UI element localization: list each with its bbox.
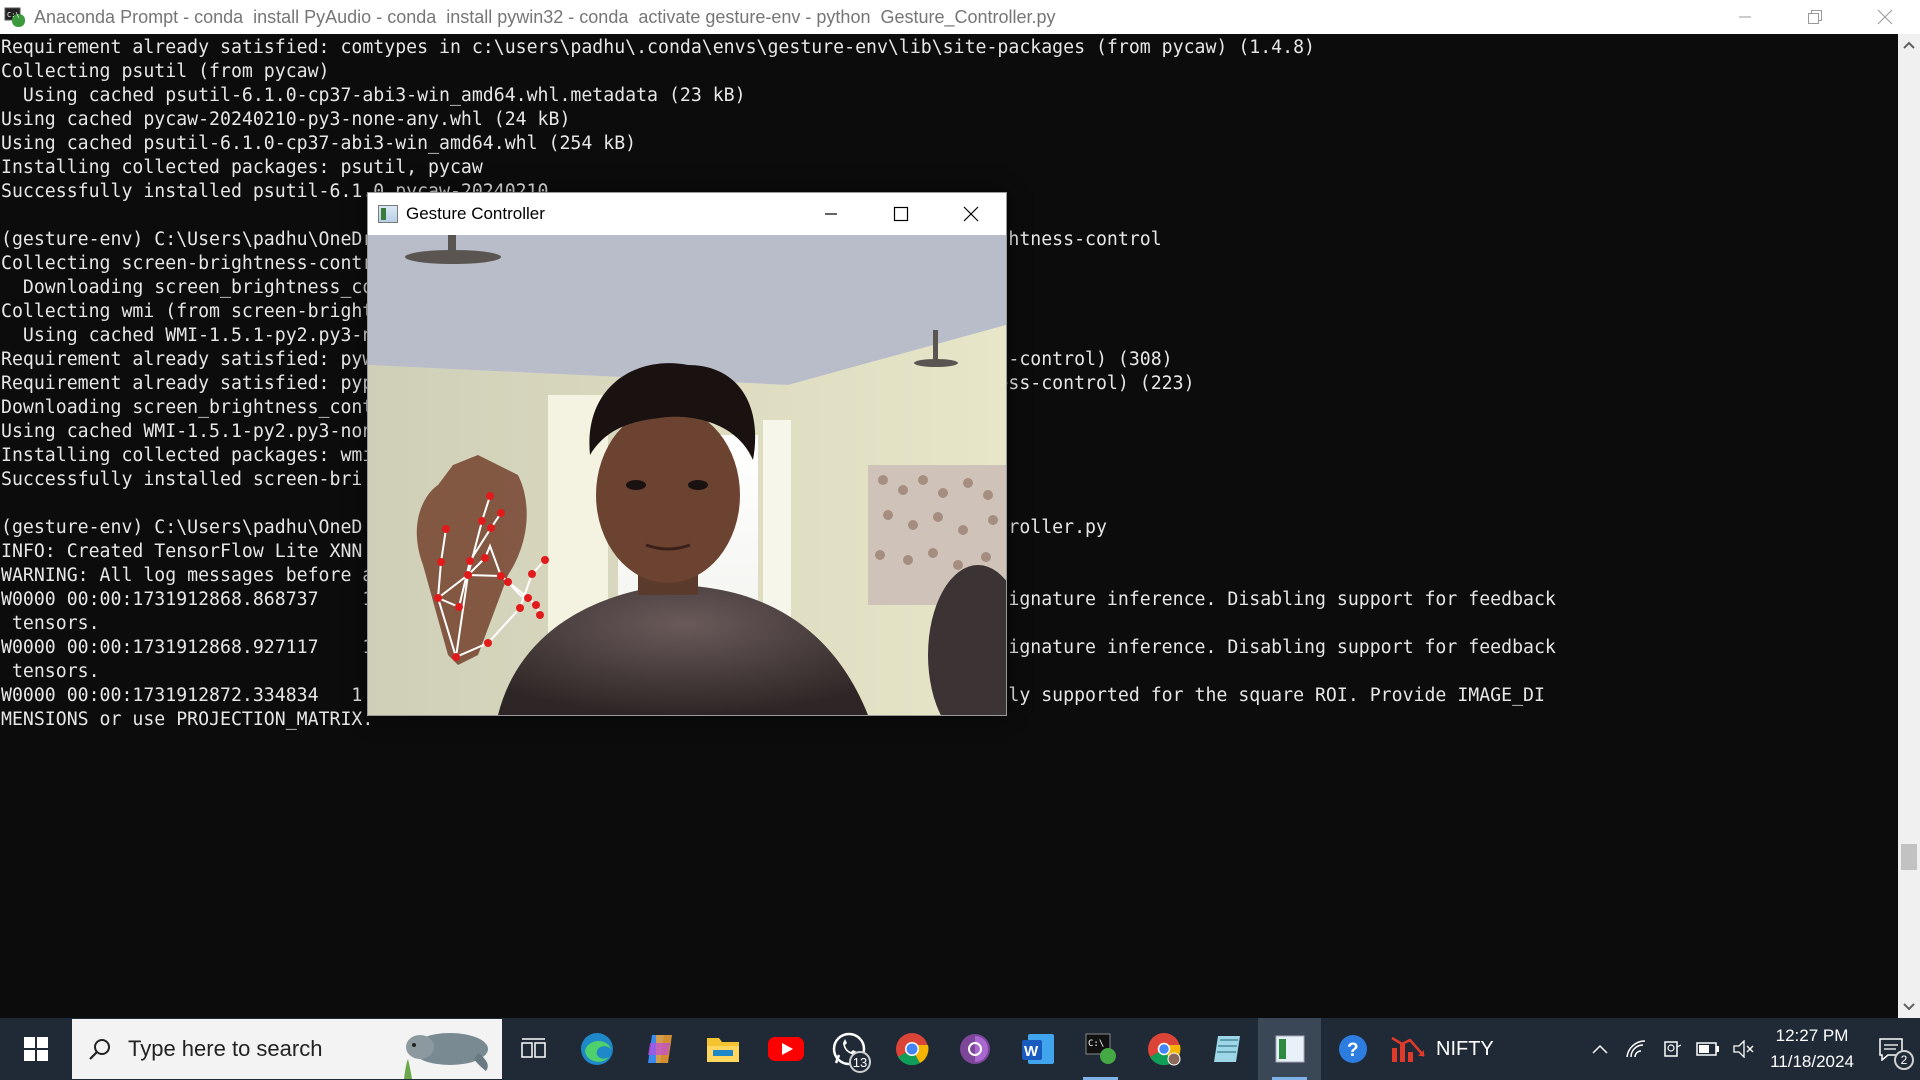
gesture-controller-title: Gesture Controller [406, 204, 545, 223]
console-line: Using cached pycaw-20240210-py3-none-any… [1, 109, 571, 130]
svg-text:W: W [1024, 1043, 1039, 1060]
search-placeholder: Type here to search [128, 1036, 323, 1061]
console-scrollbar[interactable] [1898, 34, 1920, 1018]
anaconda-prompt-icon: C:\ [4, 6, 26, 28]
battery-icon [1696, 1042, 1719, 1056]
taskbar-word[interactable]: W [1006, 1018, 1069, 1080]
taskbar-youtube[interactable] [754, 1018, 817, 1080]
svg-text:C:\: C:\ [1088, 1039, 1104, 1049]
taskbar: Type here to search 13 W C:\ ? NIFTY 12:… [0, 1018, 1920, 1080]
clock[interactable]: 12:27 PM 11/18/2024 [1762, 1023, 1862, 1075]
edge-icon [580, 1033, 613, 1065]
help-icon: ? [1338, 1035, 1367, 1063]
taskbar-chrome-profile[interactable] [1132, 1018, 1195, 1080]
taskbar-gesture-controller[interactable] [1258, 1018, 1321, 1080]
scroll-down-icon[interactable] [1903, 1002, 1915, 1012]
scrollbar-thumb[interactable] [1901, 844, 1917, 870]
taskbar-file-explorer[interactable] [691, 1018, 754, 1080]
window-app-icon [378, 205, 398, 223]
wifi-icon [1626, 1040, 1646, 1058]
console-line: Requirement already satisfied: comtypes … [1, 37, 1315, 58]
taskbar-search-box[interactable]: Type here to search [72, 1019, 502, 1079]
file-explorer-icon [706, 1038, 739, 1062]
system-tray: 12:27 PM 11/18/2024 2 [1582, 1018, 1920, 1080]
taskbar-tor-browser[interactable] [943, 1018, 1006, 1080]
taskbar-chrome[interactable] [880, 1018, 943, 1080]
search-icon [89, 1039, 110, 1060]
console-titlebar: C:\ Anaconda Prompt - conda install PyAu… [0, 0, 1920, 34]
volume-button[interactable] [1726, 1018, 1762, 1080]
taskbar-whatsapp[interactable]: 13 [817, 1018, 880, 1080]
chevron-up-icon [1592, 1044, 1608, 1054]
taskbar-notepad[interactable] [1195, 1018, 1258, 1080]
copilot-icon [647, 1035, 672, 1063]
notepad-icon [1213, 1036, 1240, 1062]
tor-browser-icon [959, 1034, 990, 1064]
start-button[interactable] [0, 1018, 72, 1080]
volume-muted-icon [1733, 1040, 1754, 1058]
notification-count: 2 [1894, 1050, 1914, 1070]
taskbar-help[interactable]: ? [1321, 1018, 1384, 1080]
webcam-feed [368, 235, 1006, 715]
restore-button[interactable] [1780, 0, 1850, 34]
gesture-controller-window[interactable]: Gesture Controller [367, 192, 1007, 716]
notification-center-button[interactable]: 2 [1862, 1018, 1920, 1080]
console-title: Anaconda Prompt - conda install PyAudio … [34, 6, 1056, 27]
console-line: Using cached psutil-6.1.0-cp37-abi3-win_… [1, 85, 746, 106]
clock-time: 12:27 PM [1775, 1026, 1849, 1045]
meet-now-button[interactable] [1654, 1018, 1690, 1080]
minimize-button[interactable] [1710, 0, 1780, 34]
taskbar-copilot[interactable] [628, 1018, 691, 1080]
stocks-widget[interactable]: NIFTY [1390, 1018, 1494, 1080]
windows-logo-icon [24, 1037, 48, 1061]
chrome-profile-icon [1147, 1033, 1180, 1066]
webcam-tray-icon [1664, 1041, 1682, 1057]
stock-trend-down-icon [1391, 1036, 1425, 1062]
anaconda-prompt-icon: C:\ [1085, 1033, 1116, 1064]
scroll-up-icon[interactable] [1903, 40, 1915, 50]
show-hidden-icons-button[interactable] [1582, 1018, 1618, 1080]
console-line: Installing collected packages: psutil, p… [1, 157, 483, 178]
whatsapp-badge: 13 [849, 1051, 871, 1073]
clock-date: 11/18/2024 [1770, 1052, 1854, 1071]
close-button[interactable] [1850, 0, 1920, 34]
gc-maximize-button[interactable] [866, 193, 936, 235]
search-highlight-manatee-icon [404, 1033, 488, 1079]
svg-text:C:\: C:\ [7, 11, 20, 19]
gesture-controller-titlebar[interactable]: Gesture Controller [368, 193, 1006, 235]
svg-text:?: ? [1347, 1040, 1359, 1061]
gc-minimize-button[interactable] [796, 193, 866, 235]
youtube-icon [767, 1037, 804, 1061]
console-line: Collecting psutil (from pycaw) [1, 61, 330, 82]
battery-button[interactable] [1690, 1018, 1726, 1080]
webcam-frame [368, 235, 1006, 715]
chrome-icon [895, 1033, 928, 1066]
task-view-button[interactable] [502, 1018, 565, 1080]
console-line: Using cached psutil-6.1.0-cp37-abi3-win_… [1, 133, 637, 154]
taskbar-anaconda-prompt[interactable]: C:\ [1069, 1018, 1132, 1080]
gc-close-button[interactable] [936, 193, 1006, 235]
gesture-controller-icon [1275, 1035, 1304, 1063]
word-icon: W [1021, 1034, 1054, 1064]
wifi-button[interactable] [1618, 1018, 1654, 1080]
task-view-icon [520, 1038, 546, 1058]
stocks-label: NIFTY [1436, 1037, 1494, 1060]
taskbar-edge[interactable] [565, 1018, 628, 1080]
